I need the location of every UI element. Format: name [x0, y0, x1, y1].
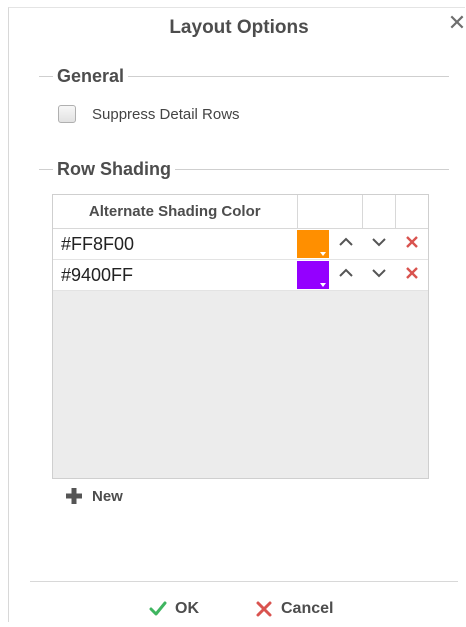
- shading-color-table: Alternate Shading Color #FF8F00 #9400FF: [53, 195, 428, 291]
- delete-x-icon[interactable]: [402, 263, 422, 283]
- chevron-up-icon[interactable]: [336, 263, 356, 283]
- table-row[interactable]: #9400FF: [53, 259, 428, 291]
- new-button-label[interactable]: New: [92, 488, 123, 505]
- legend-divider: [175, 168, 449, 170]
- footer-divider: [30, 581, 458, 582]
- close-icon[interactable]: ✕: [447, 12, 466, 34]
- suppress-detail-rows-row[interactable]: Suppress Detail Rows: [58, 105, 240, 123]
- ok-button[interactable]: OK: [149, 600, 199, 618]
- cancel-button-label[interactable]: Cancel: [281, 600, 333, 618]
- new-color-button[interactable]: New: [64, 486, 123, 506]
- column-header-move-down: [362, 195, 396, 229]
- legend-divider: [39, 168, 53, 170]
- color-swatch-picker[interactable]: [297, 261, 329, 289]
- layout-options-dialog: Layout Options ✕ General Suppress Detail…: [8, 7, 466, 622]
- shading-color-grid: Alternate Shading Color #FF8F00 #9400FF: [52, 194, 429, 479]
- table-row[interactable]: #FF8F00: [53, 228, 428, 260]
- row-shading-section-legend: Row Shading: [39, 158, 449, 180]
- color-swatch-cell[interactable]: [297, 259, 330, 291]
- dropdown-arrow-icon: [320, 283, 326, 287]
- column-header-swatch: [297, 195, 330, 229]
- dialog-title: Layout Options: [169, 17, 309, 38]
- color-hex-value[interactable]: #FF8F00: [53, 228, 297, 260]
- column-header-shading-color[interactable]: Alternate Shading Color: [53, 195, 298, 229]
- chevron-up-icon[interactable]: [336, 232, 356, 252]
- cancel-x-icon: [256, 601, 272, 617]
- table-header-row: Alternate Shading Color: [53, 195, 428, 229]
- general-legend-label: General: [57, 65, 125, 86]
- general-section-legend: General: [39, 65, 449, 87]
- checkmark-icon: [149, 601, 167, 616]
- delete-x-icon[interactable]: [402, 232, 422, 252]
- color-swatch-cell[interactable]: [297, 228, 330, 260]
- color-hex-value[interactable]: #9400FF: [53, 259, 297, 291]
- plus-icon: [66, 488, 82, 504]
- column-header-delete: [395, 195, 428, 229]
- chevron-down-icon[interactable]: [369, 263, 389, 283]
- dropdown-arrow-icon: [320, 252, 326, 256]
- legend-divider: [128, 75, 449, 77]
- ok-button-label[interactable]: OK: [175, 600, 199, 618]
- suppress-detail-rows-checkbox[interactable]: [58, 105, 76, 123]
- chevron-down-icon[interactable]: [369, 232, 389, 252]
- suppress-detail-rows-label[interactable]: Suppress Detail Rows: [92, 106, 240, 123]
- cancel-button[interactable]: Cancel: [255, 600, 333, 618]
- legend-divider: [39, 75, 53, 77]
- row-shading-legend-label: Row Shading: [57, 158, 171, 179]
- color-swatch-picker[interactable]: [297, 230, 329, 258]
- column-header-move-up: [330, 195, 363, 229]
